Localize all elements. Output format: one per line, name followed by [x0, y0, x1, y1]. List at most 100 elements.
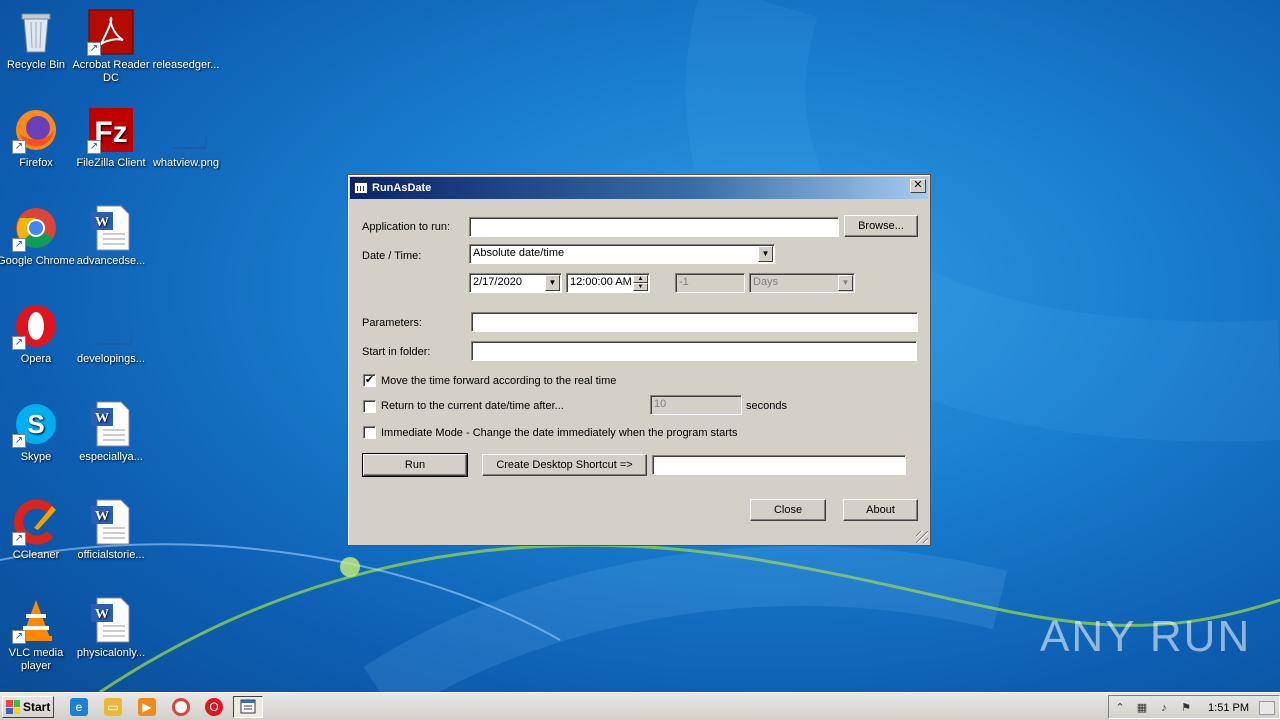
spin-up-icon[interactable]: ▲	[633, 275, 648, 283]
chevron-down-icon[interactable]: ▼	[758, 246, 773, 262]
run-button[interactable]: Run	[362, 453, 468, 477]
desktop-icon-doc-physicalonly[interactable]: W physicalonly...	[72, 596, 150, 660]
taskbar-clock[interactable]: 1:51 PM	[1208, 702, 1249, 714]
file-icon	[87, 302, 135, 350]
ccleaner-icon: ↗	[12, 498, 60, 546]
close-button[interactable]: Close	[750, 499, 826, 521]
show-hidden-icons-icon[interactable]: ⌃	[1113, 701, 1127, 715]
desktop-icon-label: whatview.png	[152, 157, 220, 169]
shortcut-arrow-icon: ↗	[12, 140, 26, 154]
about-button[interactable]: About	[843, 499, 918, 521]
desktop-icon-label: officialstorie...	[77, 549, 145, 561]
app-to-run-input[interactable]	[469, 217, 839, 237]
immediate-mode-checkbox[interactable]	[363, 426, 376, 439]
runasdate-dialog: RunAsDate ✕ Application to run: Browse..…	[347, 174, 931, 546]
chrome-taskbar-icon[interactable]	[172, 698, 190, 716]
immediate-mode-label[interactable]: Immediate Mode - Change the date immedia…	[381, 427, 737, 439]
system-tray: ⌃ ▦ ♪ ⚑ 1:51 PM	[1108, 695, 1280, 719]
file-icon	[162, 106, 210, 154]
svg-text:W: W	[95, 411, 109, 426]
flag-icon[interactable]: ⚑	[1179, 701, 1193, 715]
parameters-label: Parameters:	[362, 317, 422, 329]
desktop-icon-label: especiallya...	[79, 451, 143, 463]
media-player-icon[interactable]: ▶	[138, 698, 156, 716]
time-spinner[interactable]: ▲ ▼	[633, 275, 648, 291]
shortcut-arrow-icon: ↗	[12, 532, 26, 546]
desktop-icon-label: developings...	[77, 353, 145, 365]
svg-text:W: W	[95, 215, 109, 230]
app-to-run-label: Application to run:	[362, 221, 451, 233]
desktop-icon-firefox[interactable]: ↗ Firefox	[0, 106, 75, 170]
date-picker[interactable]: 2/17/2020 ▼	[469, 273, 562, 293]
desktop-icon-doc-advancedse[interactable]: W advancedse...	[72, 204, 150, 268]
move-forward-label[interactable]: Move the time forward according to the r…	[381, 375, 616, 387]
dialog-title: RunAsDate	[372, 182, 432, 194]
datetime-label: Date / Time:	[362, 250, 422, 262]
return-seconds-input: 10	[650, 395, 742, 415]
move-forward-checkbox[interactable]: ✔	[363, 374, 376, 387]
chevron-down-icon[interactable]: ▼	[545, 275, 560, 291]
desktop-icon-label: Recycle Bin	[6, 59, 66, 71]
action-center-icon[interactable]: ▦	[1135, 701, 1149, 715]
runasdate-taskbar-icon	[240, 699, 256, 714]
desktop-icon-recycle-bin[interactable]: Recycle Bin	[0, 8, 75, 72]
shortcut-arrow-icon: ↗	[12, 238, 26, 252]
browse-button[interactable]: Browse...	[844, 215, 918, 237]
shortcut-name-input[interactable]	[652, 455, 906, 475]
volume-icon[interactable]: ♪	[1157, 701, 1171, 715]
word-doc-icon: W	[87, 596, 135, 644]
datetime-mode-select[interactable]: Absolute date/time ▼	[469, 244, 775, 264]
recycle-bin-icon	[12, 8, 60, 56]
seconds-label: seconds	[746, 400, 787, 412]
desktop-icon-file-releasedger[interactable]: releasedger...	[147, 8, 225, 72]
shortcut-arrow-icon: ↗	[87, 140, 101, 154]
file-icon	[162, 8, 210, 56]
firefox-icon: ↗	[12, 106, 60, 154]
start-button[interactable]: Start	[2, 696, 54, 718]
ie-icon[interactable]: e	[70, 698, 88, 716]
return-current-label[interactable]: Return to the current date/time after...	[381, 400, 564, 412]
desktop-icon-chrome[interactable]: ↗ Google Chrome	[0, 204, 75, 268]
offset-value-input: -1	[675, 273, 745, 293]
runasdate-taskbar-button[interactable]	[233, 696, 263, 718]
show-desktop-button[interactable]	[1259, 701, 1275, 715]
desktop-icon-label: Google Chrome	[0, 255, 75, 267]
close-icon[interactable]: ✕	[910, 179, 926, 193]
taskbar: Start e ▭ ▶ O ⌃ ▦ ♪ ⚑ 1:51 PM	[0, 692, 1280, 720]
create-shortcut-button[interactable]: Create Desktop Shortcut =>	[482, 454, 647, 476]
desktop-icon-file-developings[interactable]: developings...	[72, 302, 150, 366]
start-folder-input[interactable]	[471, 341, 917, 361]
opera-icon: ↗	[12, 302, 60, 350]
spin-down-icon[interactable]: ▼	[633, 283, 648, 291]
desktop-icon-doc-especiallya[interactable]: W especiallya...	[72, 400, 150, 464]
app-icon	[354, 182, 368, 194]
opera-taskbar-icon[interactable]: O	[205, 698, 223, 716]
return-current-checkbox[interactable]	[363, 400, 376, 413]
dialog-titlebar[interactable]: RunAsDate	[350, 177, 928, 199]
desktop-icon-opera[interactable]: ↗ Opera	[0, 302, 75, 366]
parameters-input[interactable]	[471, 312, 918, 332]
desktop-icon-acrobat[interactable]: ↗ Acrobat Reader DC	[72, 8, 150, 85]
desktop-icon-file-whatview[interactable]: whatview.png	[147, 106, 225, 170]
watermark-text: ANY RUN	[1040, 612, 1252, 661]
anyrun-watermark: ANY RUN	[1040, 612, 1251, 662]
filezilla-icon: Fz ↗	[87, 106, 135, 154]
desktop-icon-label: Acrobat Reader DC	[72, 59, 150, 84]
desktop-icon-vlc[interactable]: ↗ VLC media player	[0, 596, 75, 673]
desktop-icon-filezilla[interactable]: Fz ↗ FileZilla Client	[72, 106, 150, 170]
desktop-icon-doc-officialstorie[interactable]: W officialstorie...	[72, 498, 150, 562]
vlc-icon: ↗	[12, 596, 60, 644]
shortcut-arrow-icon: ↗	[12, 434, 26, 448]
desktop-icon-ccleaner[interactable]: ↗ CCleaner	[0, 498, 75, 562]
explorer-folder-icon[interactable]: ▭	[104, 698, 122, 716]
resize-grip[interactable]	[916, 531, 928, 543]
chrome-icon: ↗	[12, 204, 60, 252]
time-picker[interactable]: 12:00:00 AM ▲ ▼	[566, 273, 650, 293]
skype-icon: S ↗	[12, 400, 60, 448]
desktop-icon-skype[interactable]: S ↗ Skype	[0, 400, 75, 464]
svg-text:W: W	[95, 607, 109, 622]
desktop-icon-label: VLC media player	[8, 647, 64, 672]
word-doc-icon: W	[87, 498, 135, 546]
svg-text:S: S	[27, 409, 44, 439]
desktop-icon-label: physicalonly...	[76, 647, 146, 659]
